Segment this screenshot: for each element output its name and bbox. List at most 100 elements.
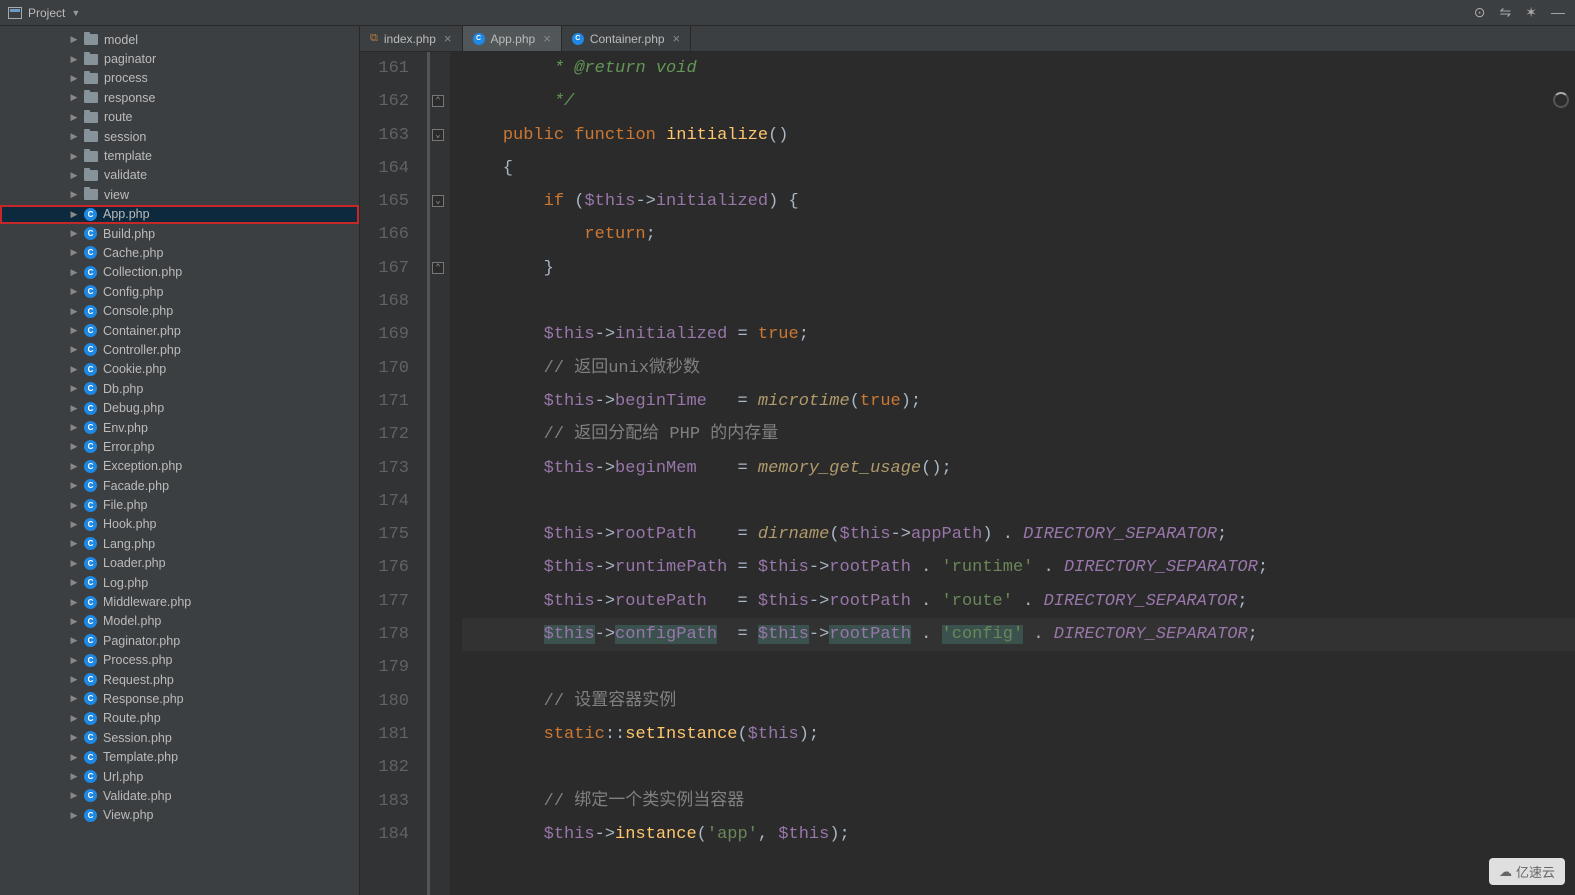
tree-item-paginator[interactable]: ▶paginator — [0, 49, 359, 68]
tree-item-template-php[interactable]: ▶CTemplate.php — [0, 747, 359, 766]
code-line[interactable]: } — [462, 252, 1575, 285]
tree-item-request-php[interactable]: ▶CRequest.php — [0, 670, 359, 689]
code-line[interactable] — [462, 751, 1575, 784]
code-line[interactable] — [462, 651, 1575, 684]
tree-item-console-php[interactable]: ▶CConsole.php — [0, 301, 359, 320]
tree-item-file-php[interactable]: ▶CFile.php — [0, 495, 359, 514]
expand-arrow-icon[interactable]: ▶ — [70, 693, 78, 704]
expand-arrow-icon[interactable]: ▶ — [70, 54, 78, 65]
code-editor[interactable]: 1611621631641651661671681691701711721731… — [360, 52, 1575, 895]
close-icon[interactable]: × — [543, 31, 551, 46]
tree-item-model-php[interactable]: ▶CModel.php — [0, 612, 359, 631]
expand-arrow-icon[interactable]: ▶ — [70, 364, 78, 375]
expand-arrow-icon[interactable]: ▶ — [70, 519, 78, 530]
tree-item-exception-php[interactable]: ▶CException.php — [0, 457, 359, 476]
expand-arrow-icon[interactable]: ▶ — [70, 616, 78, 627]
expand-arrow-icon[interactable]: ▶ — [70, 73, 78, 84]
collapse-icon[interactable]: ⇋ — [1500, 4, 1512, 21]
tree-item-url-php[interactable]: ▶CUrl.php — [0, 767, 359, 786]
tab-index-php[interactable]: ⧉index.php× — [360, 26, 463, 51]
code-line[interactable]: $this->runtimePath = $this->rootPath . '… — [462, 551, 1575, 584]
expand-arrow-icon[interactable]: ▶ — [70, 500, 78, 511]
code-line[interactable]: // 绑定一个类实例当容器 — [462, 785, 1575, 818]
expand-arrow-icon[interactable]: ▶ — [70, 383, 78, 394]
expand-arrow-icon[interactable]: ▶ — [70, 403, 78, 414]
tree-item-config-php[interactable]: ▶CConfig.php — [0, 282, 359, 301]
tree-item-db-php[interactable]: ▶CDb.php — [0, 379, 359, 398]
code-line[interactable]: $this->configPath = $this->rootPath . 'c… — [462, 618, 1575, 651]
tree-item-hook-php[interactable]: ▶CHook.php — [0, 515, 359, 534]
tree-item-facade-php[interactable]: ▶CFacade.php — [0, 476, 359, 495]
expand-arrow-icon[interactable]: ▶ — [70, 790, 78, 801]
close-icon[interactable]: × — [673, 31, 681, 46]
expand-arrow-icon[interactable]: ▶ — [70, 92, 78, 103]
expand-arrow-icon[interactable]: ▶ — [70, 267, 78, 278]
tree-item-process[interactable]: ▶process — [0, 69, 359, 88]
expand-arrow-icon[interactable]: ▶ — [70, 170, 78, 181]
expand-arrow-icon[interactable]: ▶ — [70, 752, 78, 763]
tree-item-container-php[interactable]: ▶CContainer.php — [0, 321, 359, 340]
tree-item-build-php[interactable]: ▶CBuild.php — [0, 224, 359, 243]
expand-arrow-icon[interactable]: ▶ — [70, 655, 78, 666]
code-line[interactable]: * @return void — [462, 52, 1575, 85]
code-line[interactable] — [462, 485, 1575, 518]
tab-container-php[interactable]: CContainer.php× — [562, 26, 691, 51]
tree-item-collection-php[interactable]: ▶CCollection.php — [0, 263, 359, 282]
expand-arrow-icon[interactable]: ▶ — [70, 112, 78, 123]
project-label[interactable]: Project — [28, 6, 65, 20]
tree-item-cookie-php[interactable]: ▶CCookie.php — [0, 360, 359, 379]
tree-item-paginator-php[interactable]: ▶CPaginator.php — [0, 631, 359, 650]
expand-arrow-icon[interactable]: ▶ — [70, 461, 78, 472]
code-line[interactable]: // 返回分配给 PHP 的内存量 — [462, 418, 1575, 451]
tree-item-view[interactable]: ▶view — [0, 185, 359, 204]
tree-item-view-php[interactable]: ▶CView.php — [0, 806, 359, 825]
fold-column[interactable]: ⌃⌄⌄⌃ — [430, 52, 450, 895]
expand-arrow-icon[interactable]: ▶ — [70, 189, 78, 200]
locate-icon[interactable]: ⊙ — [1474, 4, 1486, 21]
expand-arrow-icon[interactable]: ▶ — [70, 131, 78, 142]
code-body[interactable]: * @return void */ public function initia… — [450, 52, 1575, 895]
tree-item-session[interactable]: ▶session — [0, 127, 359, 146]
tree-item-session-php[interactable]: ▶CSession.php — [0, 728, 359, 747]
tree-item-controller-php[interactable]: ▶CController.php — [0, 340, 359, 359]
gear-icon[interactable]: ✶ — [1525, 4, 1537, 21]
expand-arrow-icon[interactable]: ▶ — [70, 209, 78, 220]
expand-arrow-icon[interactable]: ▶ — [70, 247, 78, 258]
code-line[interactable]: return; — [462, 218, 1575, 251]
expand-arrow-icon[interactable]: ▶ — [70, 422, 78, 433]
code-line[interactable]: $this->instance('app', $this); — [462, 818, 1575, 851]
tree-item-route[interactable]: ▶route — [0, 108, 359, 127]
expand-arrow-icon[interactable]: ▶ — [70, 306, 78, 317]
expand-arrow-icon[interactable]: ▶ — [70, 577, 78, 588]
tree-item-response[interactable]: ▶response — [0, 88, 359, 107]
expand-arrow-icon[interactable]: ▶ — [70, 674, 78, 685]
tree-item-error-php[interactable]: ▶CError.php — [0, 437, 359, 456]
expand-arrow-icon[interactable]: ▶ — [70, 325, 78, 336]
expand-arrow-icon[interactable]: ▶ — [70, 228, 78, 239]
tree-item-log-php[interactable]: ▶CLog.php — [0, 573, 359, 592]
code-line[interactable]: if ($this->initialized) { — [462, 185, 1575, 218]
code-line[interactable]: $this->initialized = true; — [462, 318, 1575, 351]
expand-arrow-icon[interactable]: ▶ — [70, 538, 78, 549]
close-icon[interactable]: × — [444, 31, 452, 46]
project-tree[interactable]: ▶model▶paginator▶process▶response▶route▶… — [0, 26, 360, 895]
tree-item-route-php[interactable]: ▶CRoute.php — [0, 709, 359, 728]
tree-item-env-php[interactable]: ▶CEnv.php — [0, 418, 359, 437]
expand-arrow-icon[interactable]: ▶ — [70, 771, 78, 782]
tree-item-lang-php[interactable]: ▶CLang.php — [0, 534, 359, 553]
fold-marker-icon[interactable]: ⌃ — [432, 262, 444, 274]
code-line[interactable]: $this->beginTime = microtime(true); — [462, 385, 1575, 418]
expand-arrow-icon[interactable]: ▶ — [70, 558, 78, 569]
tree-item-middleware-php[interactable]: ▶CMiddleware.php — [0, 592, 359, 611]
tree-item-debug-php[interactable]: ▶CDebug.php — [0, 398, 359, 417]
code-line[interactable]: { — [462, 152, 1575, 185]
expand-arrow-icon[interactable]: ▶ — [70, 34, 78, 45]
expand-arrow-icon[interactable]: ▶ — [70, 441, 78, 452]
hide-icon[interactable]: — — [1551, 4, 1565, 21]
code-line[interactable]: $this->rootPath = dirname($this->appPath… — [462, 518, 1575, 551]
fold-marker-icon[interactable]: ⌃ — [432, 95, 444, 107]
expand-arrow-icon[interactable]: ▶ — [70, 732, 78, 743]
tree-item-process-php[interactable]: ▶CProcess.php — [0, 651, 359, 670]
code-line[interactable]: $this->beginMem = memory_get_usage(); — [462, 452, 1575, 485]
tree-item-app-php[interactable]: ▶CApp.php — [0, 205, 359, 224]
